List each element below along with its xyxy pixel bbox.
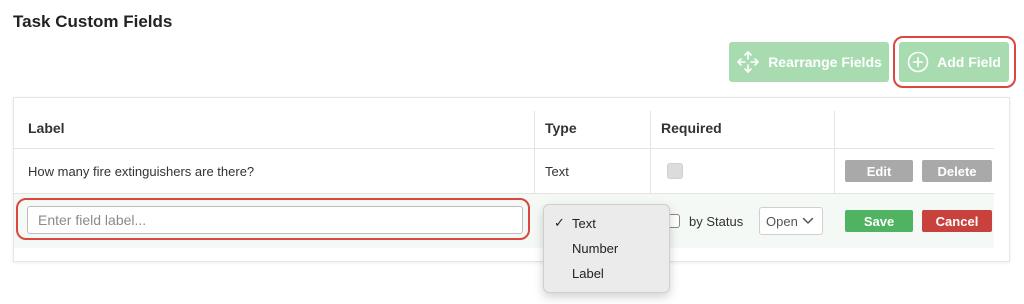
field-type-dropdown: ✓ Text Number Label: [543, 204, 670, 293]
plus-circle-icon: [907, 51, 929, 73]
by-status-label: by Status: [689, 214, 744, 229]
field-label-cell: How many fire extinguishers are there?: [28, 164, 255, 179]
type-option-number[interactable]: Number: [544, 236, 669, 260]
column-header-type: Type: [545, 120, 577, 136]
status-select[interactable]: Open: [759, 207, 823, 235]
status-select-value: Open: [766, 213, 798, 229]
type-option-label: Text: [572, 215, 596, 231]
page-title: Task Custom Fields: [13, 12, 173, 31]
chevron-down-icon: [802, 217, 814, 225]
edit-button[interactable]: Edit: [845, 160, 913, 182]
required-checkbox: [667, 163, 683, 179]
type-option-label[interactable]: Label: [544, 261, 669, 285]
type-option-label: Label: [572, 265, 604, 281]
field-label-input[interactable]: [27, 206, 523, 234]
add-field-label: Add Field: [937, 54, 1001, 70]
type-option-text[interactable]: ✓ Text: [544, 211, 669, 235]
column-divider: [650, 111, 651, 193]
rearrange-fields-button[interactable]: Rearrange Fields: [729, 42, 889, 82]
field-type-cell: Text: [545, 164, 569, 179]
type-option-label: Number: [572, 240, 619, 256]
column-header-label: Label: [28, 120, 65, 136]
column-header-required: Required: [661, 120, 722, 136]
save-button[interactable]: Save: [845, 210, 913, 232]
row-divider: [14, 148, 994, 149]
rearrange-fields-label: Rearrange Fields: [768, 54, 882, 70]
move-arrows-icon: [736, 50, 760, 74]
checkmark-icon: ✓: [554, 215, 565, 230]
delete-button[interactable]: Delete: [922, 160, 992, 182]
cancel-button[interactable]: Cancel: [922, 210, 992, 232]
add-field-button[interactable]: Add Field: [899, 42, 1009, 82]
